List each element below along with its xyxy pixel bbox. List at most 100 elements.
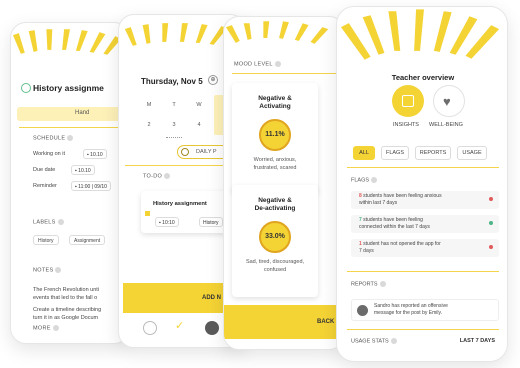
sunburst-header-decoration — [225, 21, 329, 44]
mood-percentage: 33.0% — [259, 221, 291, 254]
reports-section-label: REPORTS — [351, 281, 386, 287]
labels-label: LABELS — [33, 219, 64, 225]
phone-task-detail: History assignme Hand SCHEDULE Working o… — [10, 22, 130, 344]
info-icon — [371, 177, 378, 183]
complete-checkbox[interactable] — [21, 83, 31, 93]
flag-text-line: 1 student has not opened the app for — [359, 241, 489, 248]
sunburst-header-decoration — [12, 29, 122, 55]
report-text-line: Sandro has reported an offensive — [374, 303, 448, 309]
calendar-icon[interactable]: ⊕ — [208, 75, 218, 85]
phone-teacher-overview: Teacher overview ♥ INSIGHTS WELL-BEING A… — [336, 6, 508, 362]
weekday: M — [146, 102, 152, 108]
mood-card-negative-deactivating[interactable]: Negative & De-activating 33.0% Sad, tired… — [232, 185, 318, 297]
flag-text-line: 7 days — [359, 247, 374, 254]
mood-card-title: Negative & Activating — [232, 95, 318, 111]
flag-item[interactable]: 1 student has not opened the app for 7 d… — [351, 239, 499, 257]
flag-text-line: within last 7 days — [359, 199, 398, 206]
notes-text[interactable]: The French Revolution unti events that l… — [33, 287, 129, 323]
mood-description: Worried, anxious, frustrated, scared — [232, 157, 318, 172]
flag-count: 1 — [359, 241, 362, 247]
page-title: Teacher overview — [391, 73, 455, 82]
notes-line: The French Revolution unti — [33, 287, 100, 293]
tag-history[interactable]: History — [33, 235, 59, 245]
tab-all[interactable]: ALL — [353, 146, 375, 160]
mood-card-title-line: Negative & — [258, 95, 292, 102]
task-color-marker — [145, 211, 150, 216]
flag-text: students have been feeling anxious — [363, 193, 442, 199]
weekday: T — [172, 102, 176, 108]
mood-level-label: MOOD LEVEL — [234, 61, 281, 67]
tab-usage[interactable]: USAGE — [457, 146, 487, 160]
mood-description: Sad, tired, discouraged, confused — [232, 259, 318, 274]
working-on-field[interactable]: ▪ 10.10 — [83, 149, 107, 159]
notes-line: turn it in as Google Docum — [33, 314, 99, 321]
calendar-day[interactable]: T3 — [164, 95, 184, 135]
calendar-day[interactable]: W4 — [189, 95, 209, 135]
calendar-day[interactable]: M2 — [139, 95, 159, 135]
avatar[interactable] — [205, 321, 219, 335]
hand-tab[interactable]: Hand — [17, 107, 127, 121]
info-icon — [379, 281, 386, 287]
more-label: MORE — [33, 325, 59, 331]
event-dots — [166, 137, 182, 139]
usage-range-selector[interactable]: LAST 7 DAYS — [460, 338, 495, 344]
well-being-tile[interactable]: ♥ — [433, 85, 465, 117]
flag-item[interactable]: 7 students have been feeling connected w… — [351, 215, 499, 233]
insights-icon — [402, 95, 414, 107]
back-button[interactable]: BACK — [224, 305, 344, 339]
check-icon[interactable]: ✓ — [175, 319, 184, 332]
day-number: 3 — [172, 122, 176, 128]
divider — [347, 271, 499, 272]
notes-line: events that led to the fall o — [33, 294, 98, 301]
info-icon — [55, 267, 62, 273]
clock-icon — [181, 148, 189, 156]
day-number: 2 — [147, 122, 151, 128]
phone-mood-level: MOOD LEVEL Negative & Activating 11.1% Wo… — [223, 16, 345, 350]
schedule-label: SCHEDULE — [33, 135, 74, 141]
mood-description-line: frustrated, scared — [253, 164, 297, 171]
task-card-title: History assignment — [153, 201, 207, 207]
tab-reports[interactable]: REPORTS — [415, 146, 451, 160]
divider — [347, 329, 499, 330]
settings-icon[interactable] — [143, 321, 157, 335]
pill-label: DAILY P — [196, 149, 217, 155]
avatar — [357, 305, 368, 316]
task-card-tag: History — [199, 217, 223, 227]
flag-status-dot — [489, 197, 493, 201]
flag-text-line: 7 students have been feeling — [359, 217, 489, 224]
mood-card-title: Negative & De-activating — [232, 197, 318, 213]
info-icon — [57, 219, 64, 225]
add-button-label: ADD N — [202, 295, 221, 301]
mood-description-line: confused — [263, 266, 287, 273]
flag-text-line: connected within the last 7 days — [359, 223, 430, 230]
mood-card-title-line: Negative & — [258, 197, 292, 204]
report-text-line: message for the post by Emily. — [374, 309, 442, 316]
task-title: History assignme — [33, 83, 104, 93]
divider — [232, 73, 338, 74]
flag-item[interactable]: 8 students have been feeling anxious wit… — [351, 191, 499, 209]
due-date-field[interactable]: ▪ 10.10 — [71, 165, 95, 175]
mood-percentage: 11.1% — [259, 119, 291, 152]
flag-text: students have been feeling — [363, 217, 423, 223]
due-date-label: Due date — [33, 167, 56, 173]
report-item[interactable]: Sandro has reported an offensive message… — [351, 299, 499, 321]
tag-assignment[interactable]: Assignment — [69, 235, 106, 245]
info-icon — [52, 325, 59, 331]
divider — [347, 167, 499, 168]
weekday: W — [196, 102, 202, 108]
flag-status-dot — [489, 221, 493, 225]
reminder-field[interactable]: ▪ 11:00 | 09/10 — [71, 181, 111, 191]
mood-card-title-line: Activating — [259, 103, 291, 111]
notes-line: Create a timeline describing — [33, 306, 102, 313]
tab-flags[interactable]: FLAGS — [381, 146, 409, 160]
flags-section-label: FLAGS — [351, 177, 378, 183]
mood-description-line: Worried, anxious, — [253, 157, 297, 164]
mood-card-negative-activating[interactable]: Negative & Activating 11.1% Worried, anxi… — [232, 83, 318, 193]
info-icon — [390, 338, 397, 344]
divider — [19, 127, 123, 128]
task-card-time: ▪ 10:10 — [155, 217, 179, 227]
flag-count: 7 — [359, 217, 362, 223]
insights-tile[interactable] — [392, 85, 424, 117]
flag-count: 8 — [359, 193, 362, 199]
info-icon — [274, 61, 281, 67]
